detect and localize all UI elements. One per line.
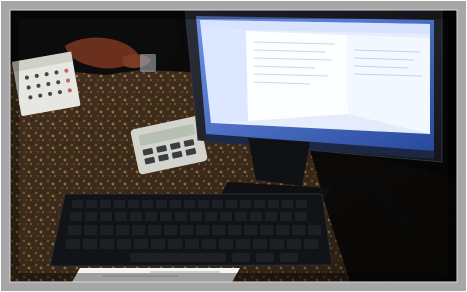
photo-content (1, 1, 466, 291)
phone (140, 54, 156, 72)
photo-scene (0, 0, 467, 292)
keyboard (49, 193, 333, 267)
window-content (246, 31, 348, 121)
calendar (11, 51, 81, 116)
monitor-stand (248, 138, 310, 186)
